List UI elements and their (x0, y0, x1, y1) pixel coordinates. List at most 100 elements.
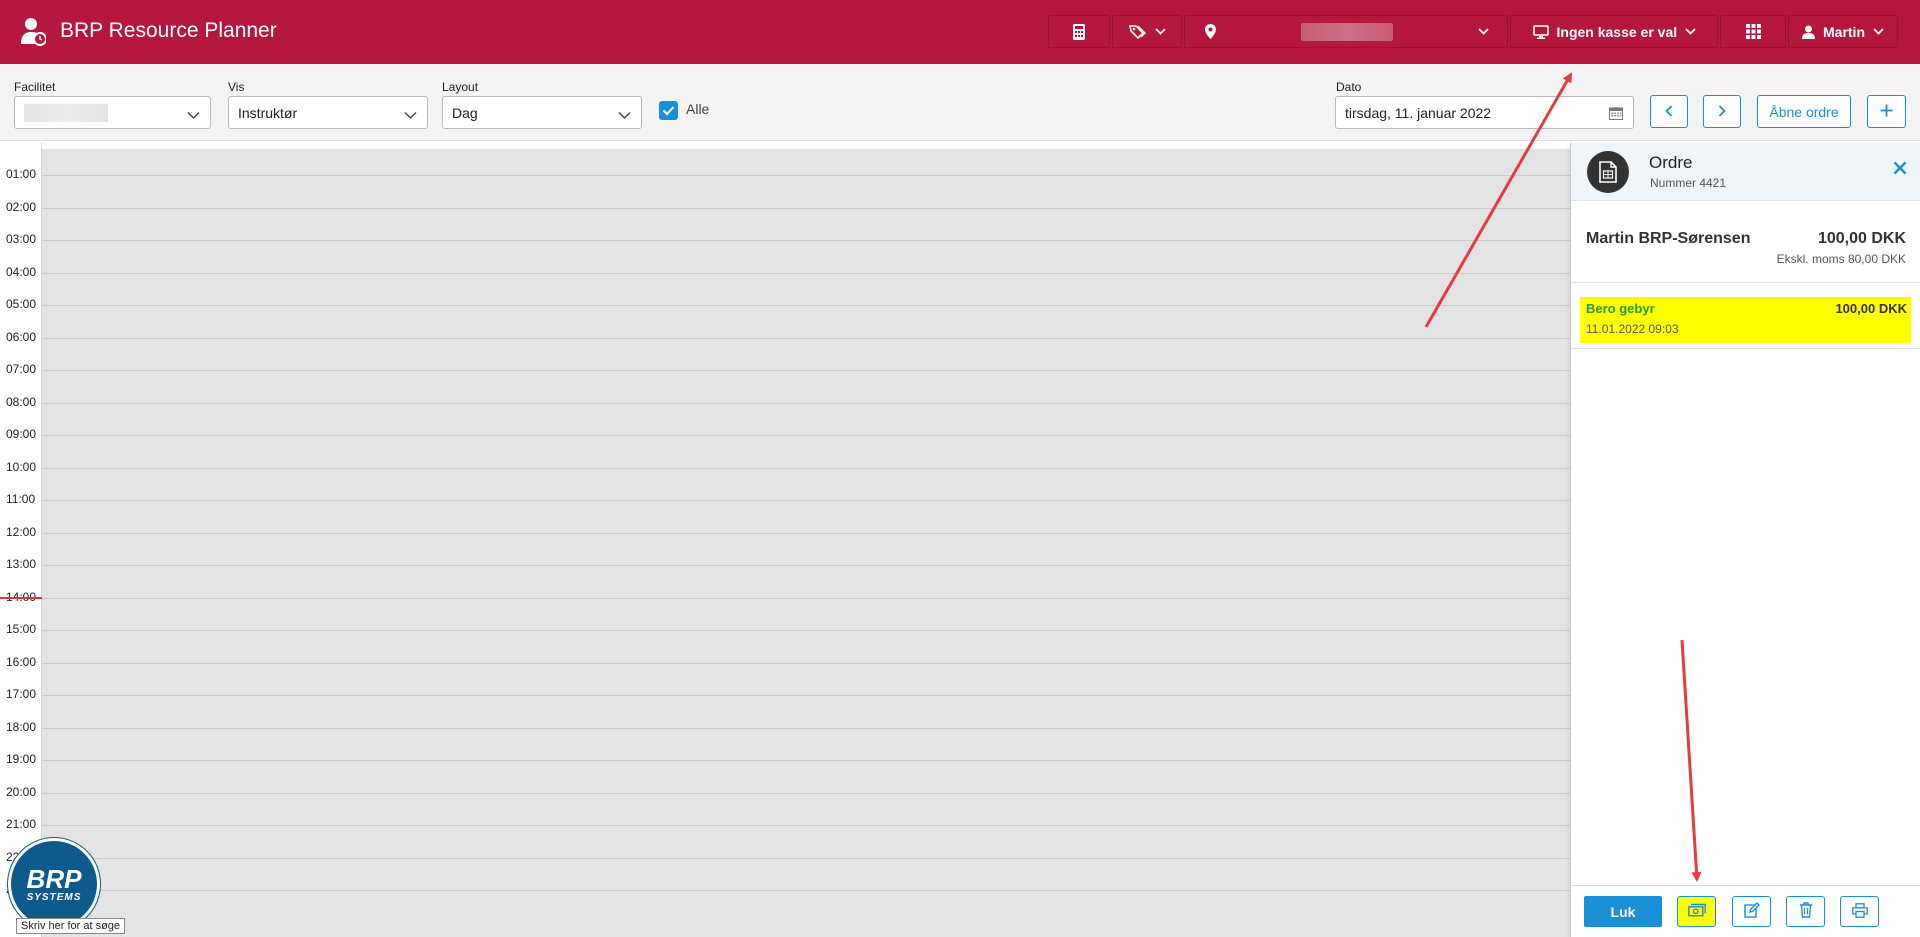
hour-gridline (42, 467, 1570, 469)
hour-label: 16:00 (6, 654, 37, 669)
hour-label: 06:00 (6, 329, 37, 344)
calculator-button[interactable] (1048, 15, 1110, 48)
next-day-button[interactable] (1703, 95, 1741, 128)
all-checkbox-label: Alle (686, 101, 710, 117)
hour-label: 07:00 (6, 362, 37, 376)
facility-select[interactable] (14, 96, 211, 129)
order-line-item[interactable]: Bero gebyr 11.01.2022 09:03 100,00 DKK (1580, 297, 1911, 343)
view-value: Instruktør (238, 104, 298, 121)
hour-label: 01:00 (6, 167, 37, 181)
hour-label: 03:00 (6, 232, 37, 246)
chevron-down-icon (1684, 28, 1696, 35)
hour-gridline (42, 825, 1570, 826)
line-item-name: Bero gebyr (1586, 301, 1655, 316)
order-panel-footer: Luk (1571, 885, 1920, 937)
hour-gridline (42, 565, 1570, 566)
close-icon[interactable] (1893, 161, 1907, 178)
chevron-right-icon (1718, 104, 1726, 120)
hour-label: 15:00 (6, 622, 37, 636)
add-button[interactable] (1867, 95, 1906, 128)
delete-button[interactable] (1786, 896, 1825, 927)
hour-gridline (42, 337, 1570, 339)
calendar-day-view[interactable]: 01:00 02:00 03:00 04:00 05:00 06:00 07:00 08:00… (0, 143, 1570, 937)
hour-gridline (42, 305, 1570, 306)
divider (1571, 282, 1920, 283)
hour-gridline (42, 727, 1570, 729)
hour-gridline (42, 597, 1570, 599)
user-icon (1802, 25, 1815, 39)
hour-label: 09:00 (6, 427, 37, 441)
facility-label: Facilitet (14, 80, 56, 94)
hour-gridline (42, 207, 1570, 209)
hour-gridline (42, 630, 1570, 631)
tags-icon (1128, 24, 1147, 40)
map-marker-icon (1205, 24, 1216, 39)
time-column: 01:00 02:00 03:00 04:00 05:00 06:00 07:00 08:00… (0, 143, 42, 937)
hour-label: 12:00 (6, 524, 37, 539)
plus-icon (1880, 104, 1893, 120)
line-item-amount: 100,00 DKK (1835, 301, 1907, 316)
hour-gridline (42, 890, 1570, 891)
all-checkbox[interactable] (659, 101, 678, 120)
location-dropdown[interactable] (1184, 15, 1508, 48)
hour-gridline (42, 370, 1570, 371)
chevron-down-icon (1873, 28, 1884, 35)
edit-button[interactable] (1732, 896, 1771, 927)
print-button[interactable] (1840, 896, 1879, 927)
brp-logo-subtext: SYSTEMS (26, 891, 82, 903)
hour-gridline (42, 792, 1570, 794)
date-value: tirsdag, 11. januar 2022 (1345, 104, 1492, 121)
chevron-down-icon (404, 107, 417, 123)
hour-label: 21:00 (6, 817, 37, 831)
brand[interactable]: BRP Resource Planner (20, 16, 277, 46)
date-label: Dato (1336, 80, 1362, 94)
hour-label: 11:00 (6, 492, 36, 506)
layout-select[interactable]: Dag (442, 96, 642, 129)
close-order-button[interactable]: Luk (1584, 896, 1662, 927)
previous-day-button[interactable] (1650, 95, 1688, 128)
hour-gridline (42, 240, 1570, 241)
cashier-label: Ingen kasse er valgt (1556, 23, 1677, 40)
cashier-dropdown[interactable]: Ingen kasse er valgt (1510, 15, 1718, 48)
payment-button[interactable] (1677, 896, 1716, 927)
view-select[interactable]: Instruktør (228, 96, 428, 129)
hour-label: 19:00 (6, 752, 37, 766)
hour-gridline (42, 695, 1570, 696)
edit-icon (1743, 902, 1760, 921)
hour-label: 04:00 (6, 264, 37, 279)
order-number: Nummer 4421 (1650, 176, 1727, 190)
order-panel-header: Ordre Nummer 4421 (1571, 143, 1920, 201)
hour-gridline (42, 272, 1570, 274)
chevron-down-icon (187, 107, 200, 123)
calendar-grid[interactable] (42, 149, 1570, 937)
layout-value: Dag (452, 104, 478, 121)
chevron-left-icon (1665, 104, 1673, 120)
view-label: Vis (228, 80, 245, 94)
user-menu[interactable]: Martin (1788, 15, 1898, 48)
chevron-down-icon (1478, 28, 1489, 35)
divider (1571, 348, 1920, 349)
facility-value-redacted (24, 103, 108, 122)
hour-gridline (42, 760, 1570, 761)
order-total: 100,00 DKK (1817, 230, 1906, 247)
grid-icon (1745, 24, 1761, 39)
brp-systems-logo[interactable]: BRP SYSTEMS (8, 838, 100, 930)
hour-gridline (42, 175, 1570, 176)
open-orders-button[interactable]: Åbne ordre (1757, 95, 1851, 128)
search-tooltip: Skriv her for at søge (16, 918, 126, 934)
customer-name[interactable]: Martin BRP-Sørensen (1586, 230, 1750, 248)
current-time-indicator (0, 597, 42, 599)
app-title: BRP Resource Planner (60, 19, 277, 42)
order-panel: Ordre Nummer 4421 Martin BRP-Sørensen 10… (1570, 143, 1920, 937)
printer-icon (1851, 902, 1868, 921)
date-input[interactable]: tirsdag, 11. januar 2022 (1335, 96, 1634, 129)
apps-grid-button[interactable] (1720, 15, 1786, 48)
chevron-down-icon (618, 107, 631, 123)
brp-logo-text: BRP (26, 863, 82, 894)
tags-dropdown[interactable] (1112, 15, 1182, 48)
chevron-down-icon (1154, 28, 1166, 35)
hour-label: 10:00 (6, 459, 37, 474)
user-clock-icon (20, 16, 47, 46)
money-icon (1687, 903, 1706, 920)
order-excl-vat: Ekskl. moms 80,00 DKK (1776, 252, 1906, 266)
